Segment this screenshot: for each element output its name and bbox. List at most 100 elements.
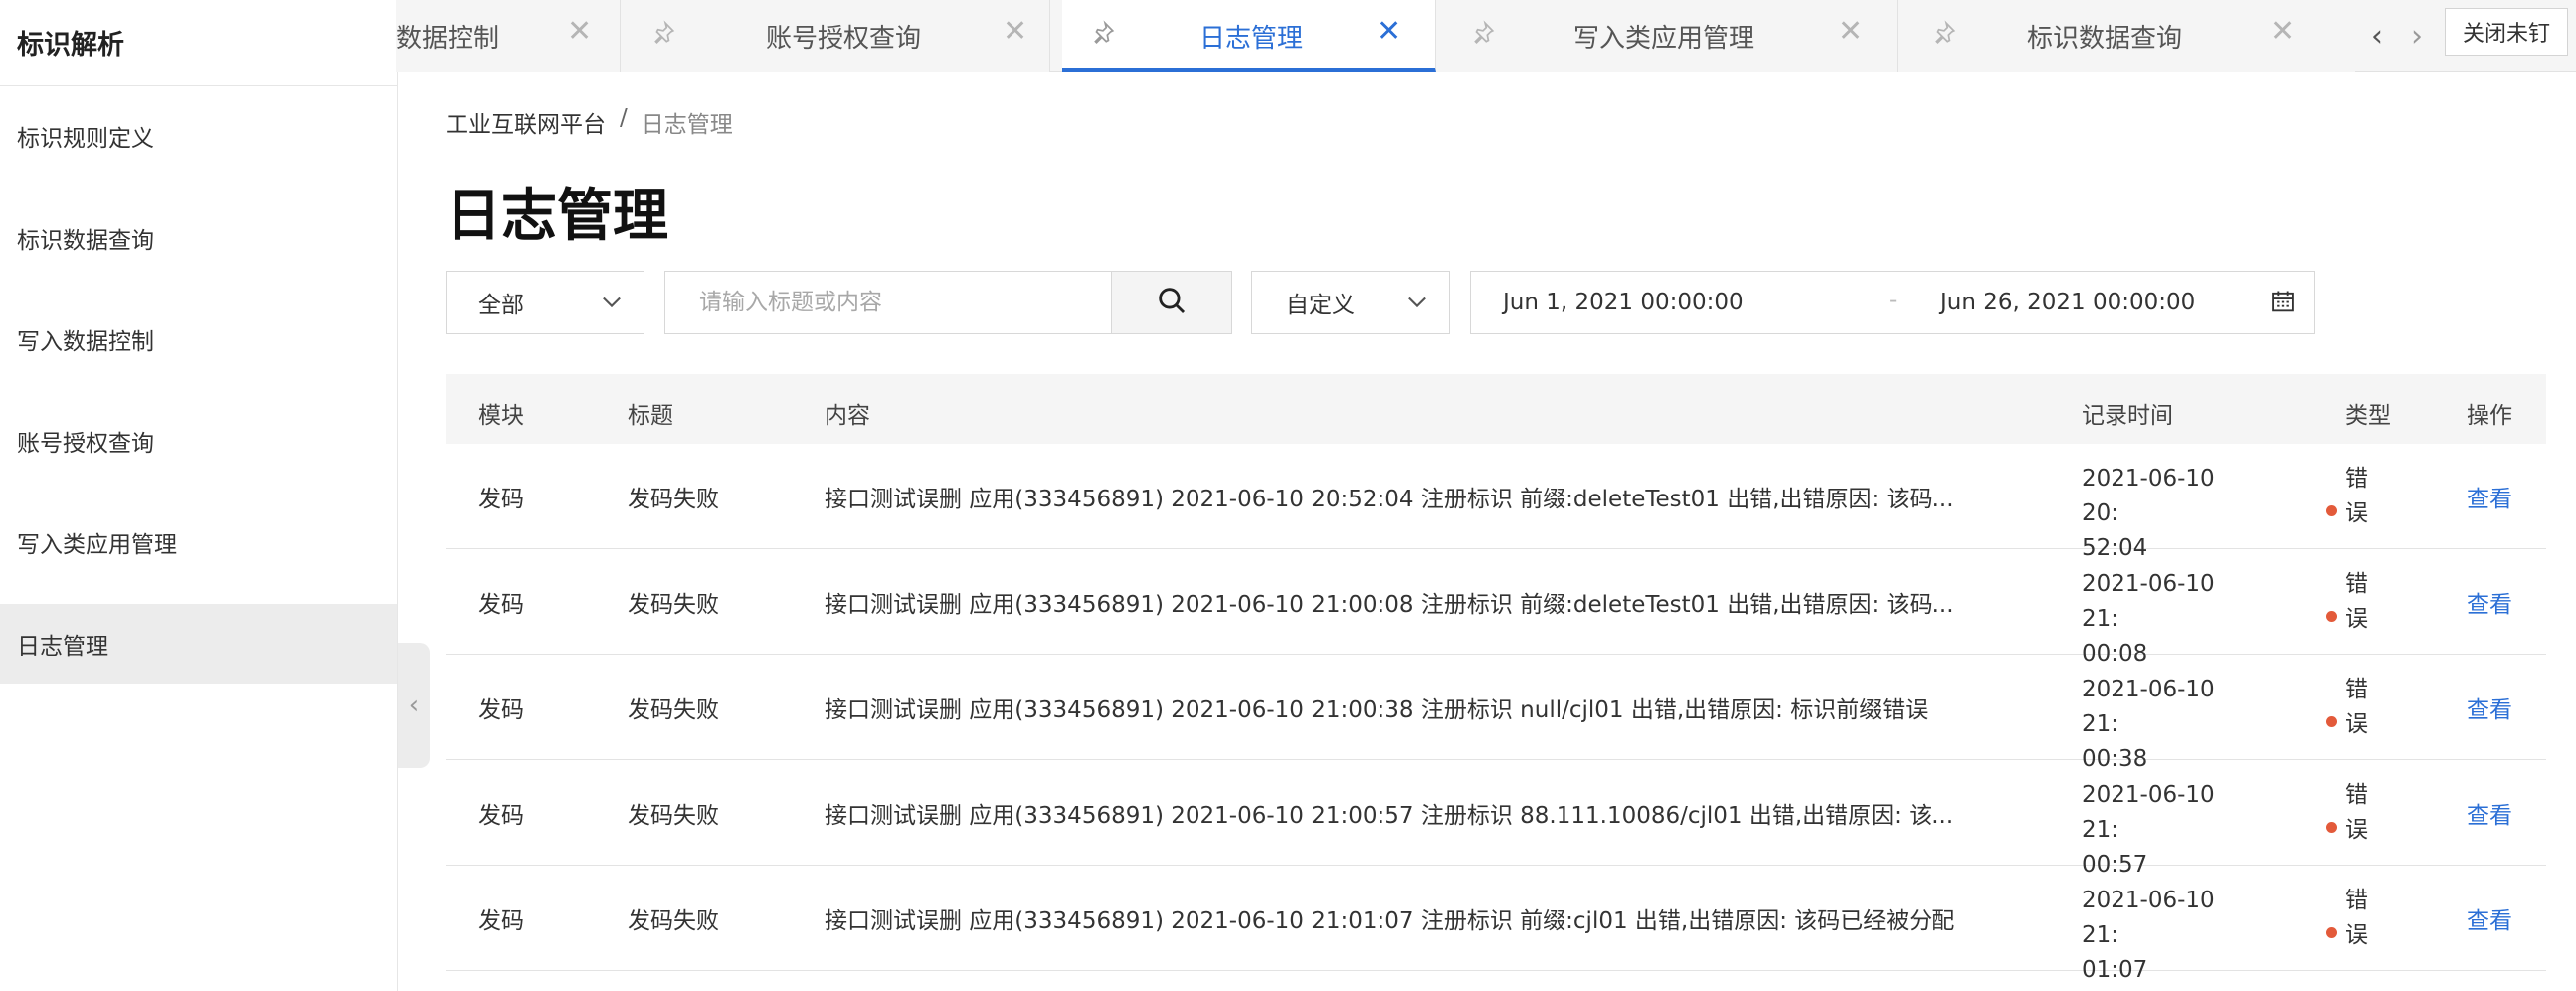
type-line-1: 错 <box>2345 466 2368 492</box>
type-line-2: 误 <box>2345 922 2368 948</box>
view-link[interactable]: 查看 <box>2467 901 2512 935</box>
tab-log-management[interactable]: 日志管理 ✕ <box>1062 0 1436 72</box>
table-row: 发码 发码失败 接口测试误删 应用(333456891) 2021-06-10 … <box>446 866 2546 983</box>
header-module: 模块 <box>478 403 524 429</box>
cell-title: 发码失败 <box>628 592 719 618</box>
header-title: 标题 <box>628 403 673 429</box>
tab-data-query[interactable]: 标识数据查询 ✕ <box>1898 0 2355 72</box>
sidebar-collapse-handle[interactable]: ‹ <box>398 643 430 768</box>
close-unpinned-button[interactable]: 关闭未钉 <box>2445 8 2568 56</box>
breadcrumb: 工业互联网平台 / 日志管理 <box>446 105 733 139</box>
sidebar-item-data-query[interactable]: 标识数据查询 <box>0 187 397 289</box>
error-dot-icon <box>2326 611 2337 622</box>
cell-type: 错 误 <box>2326 673 2369 742</box>
error-dot-icon <box>2326 927 2337 938</box>
sidebar-item-rule-definition[interactable]: 标识规则定义 <box>0 86 397 187</box>
cell-time: 2021-06-10 21: 01:07 <box>2082 884 2241 988</box>
chevron-right-icon[interactable]: › <box>2411 19 2423 54</box>
view-link[interactable]: 查看 <box>2467 796 2512 830</box>
table-row: 发码 发码失败 接口测试误删 应用(333456891) 2021-06-10 … <box>446 760 2546 878</box>
close-icon[interactable]: ✕ <box>567 14 592 49</box>
calendar-icon[interactable] <box>2269 288 2297 321</box>
tab-label: 数据控制 <box>396 24 500 54</box>
sidebar: 标识解析 标识规则定义 标识数据查询 写入数据控制 账号授权查询 写入类应用管理… <box>0 0 398 991</box>
close-icon[interactable]: ✕ <box>1838 14 1863 49</box>
cell-type: 错 误 <box>2326 462 2369 531</box>
search-button[interactable] <box>1111 271 1232 334</box>
sidebar-item-write-app[interactable]: 写入类应用管理 <box>0 492 397 593</box>
time-line-1: 2021-06-10 21: <box>2082 888 2215 948</box>
tab-label: 日志管理 <box>1199 24 1304 54</box>
module-select[interactable]: 全部 <box>446 271 644 334</box>
type-line-2: 误 <box>2345 817 2368 843</box>
pin-icon[interactable] <box>650 20 676 52</box>
sidebar-item-write-control[interactable]: 写入数据控制 <box>0 289 397 390</box>
range-select-value: 自定义 <box>1286 293 1355 318</box>
breadcrumb-root[interactable]: 工业互联网平台 <box>446 105 606 139</box>
tab-account-auth[interactable]: 账号授权查询 ✕ <box>621 0 1050 72</box>
cell-content: 接口测试误删 应用(333456891) 2021-06-10 20:52:04… <box>825 487 1954 512</box>
tab-data-control[interactable]: 数据控制 ✕ <box>396 0 621 72</box>
type-line-1: 错 <box>2345 888 2368 913</box>
pin-icon[interactable] <box>1470 20 1496 52</box>
view-link[interactable]: 查看 <box>2467 480 2512 513</box>
cell-type: 错 误 <box>2326 567 2369 637</box>
date-range-picker[interactable]: Jun 1, 2021 00:00:00 - Jun 26, 2021 00:0… <box>1470 271 2315 334</box>
page-title: 日志管理 <box>446 184 668 249</box>
type-line-1: 错 <box>2345 571 2368 597</box>
date-start[interactable]: Jun 1, 2021 00:00:00 <box>1503 290 1744 315</box>
table-row: 发码 发码失败 接口测试误删 应用(333456891) 2021-06-10 … <box>446 549 2546 667</box>
cell-content: 接口测试误删 应用(333456891) 2021-06-10 21:00:08… <box>825 592 1954 618</box>
cell-title: 发码失败 <box>628 908 719 934</box>
cell-title: 发码失败 <box>628 487 719 512</box>
breadcrumb-current: 日志管理 <box>641 112 733 138</box>
error-dot-icon <box>2326 822 2337 833</box>
type-line-2: 误 <box>2345 500 2368 526</box>
cell-module: 发码 <box>478 487 524 512</box>
type-line-1: 错 <box>2345 782 2368 808</box>
cell-title: 发码失败 <box>628 697 719 723</box>
table-row: 发码 发码失败 接口测试误删 应用(333456891) 2021-06-10 … <box>446 444 2546 561</box>
close-icon[interactable]: ✕ <box>1003 14 1027 49</box>
error-dot-icon <box>2326 716 2337 727</box>
chevron-down-icon <box>598 288 626 321</box>
tab-write-app[interactable]: 写入类应用管理 ✕ <box>1436 0 1898 72</box>
close-icon[interactable]: ✕ <box>1377 14 1401 49</box>
pin-icon[interactable] <box>1932 20 1957 52</box>
type-line-2: 误 <box>2345 606 2368 632</box>
cell-type: 错 误 <box>2326 884 2369 953</box>
cell-content: 接口测试误删 应用(333456891) 2021-06-10 21:01:07… <box>825 908 1955 934</box>
breadcrumb-separator: / <box>620 105 628 131</box>
cell-module: 发码 <box>478 697 524 723</box>
cell-title: 发码失败 <box>628 803 719 829</box>
header-time: 记录时间 <box>2082 403 2173 429</box>
pin-icon[interactable] <box>1090 20 1116 52</box>
search-input[interactable] <box>664 271 1112 334</box>
sidebar-item-log-management[interactable]: 日志管理 <box>0 604 397 684</box>
tab-scroll-arrows: ‹ › <box>2357 0 2437 72</box>
time-line-1: 2021-06-10 20: <box>2082 466 2215 526</box>
log-table: 模块 标题 内容 记录时间 类型 操作 发码 发码失败 接口测试误删 应用(33… <box>446 374 2546 983</box>
sidebar-title: 标识解析 <box>0 0 397 86</box>
sidebar-item-account-auth[interactable]: 账号授权查询 <box>0 390 397 492</box>
error-dot-icon <box>2326 505 2337 516</box>
type-line-1: 错 <box>2345 677 2368 702</box>
time-line-1: 2021-06-10 21: <box>2082 782 2215 843</box>
date-separator: - <box>1889 288 1898 313</box>
time-line-1: 2021-06-10 21: <box>2082 677 2215 737</box>
view-link[interactable]: 查看 <box>2467 691 2512 724</box>
header-action: 操作 <box>2467 403 2512 429</box>
tab-label: 账号授权查询 <box>766 24 922 54</box>
header-type: 类型 <box>2345 403 2391 429</box>
chevron-left-icon[interactable]: ‹ <box>2371 19 2383 54</box>
cell-module: 发码 <box>478 592 524 618</box>
close-icon[interactable]: ✕ <box>2270 14 2295 49</box>
cell-content: 接口测试误删 应用(333456891) 2021-06-10 21:00:57… <box>825 803 1954 829</box>
range-select[interactable]: 自定义 <box>1251 271 1450 334</box>
cell-module: 发码 <box>478 803 524 829</box>
time-line-1: 2021-06-10 21: <box>2082 571 2215 632</box>
type-line-2: 误 <box>2345 711 2368 737</box>
date-end[interactable]: Jun 26, 2021 00:00:00 <box>1940 290 2195 315</box>
tab-label: 写入类应用管理 <box>1573 24 1755 54</box>
view-link[interactable]: 查看 <box>2467 585 2512 619</box>
